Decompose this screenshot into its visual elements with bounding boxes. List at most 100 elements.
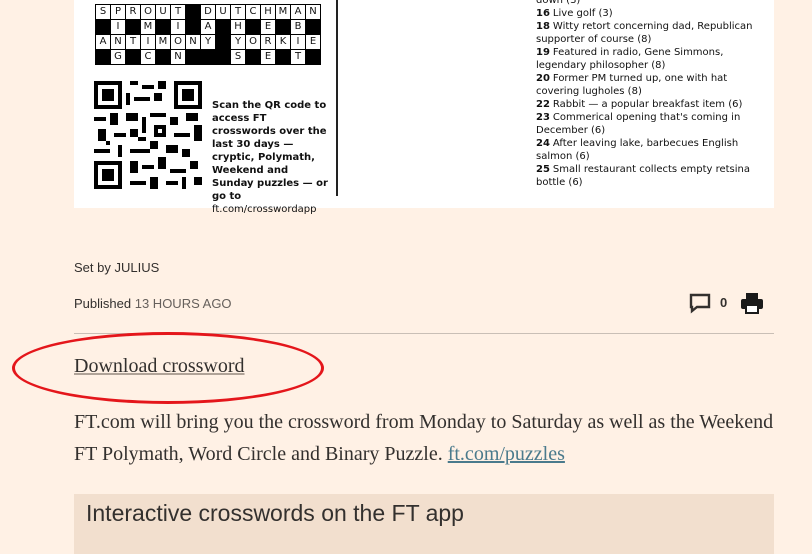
qr-caption-text: Scan the QR code to access FT crosswords… — [212, 100, 328, 202]
grid-cell: A — [96, 35, 111, 50]
grid-cell: T — [171, 5, 186, 20]
clue-item: 22 Rabbit — a popular breakfast item (6) — [536, 98, 768, 111]
highlight-circle — [12, 332, 324, 404]
clue-text: Former PM turned up, one with hat coveri… — [536, 73, 728, 97]
grid-cell — [306, 50, 321, 65]
clue-text: Rabbit — a popular breakfast item (6) — [552, 99, 743, 110]
column-divider — [336, 0, 338, 196]
grid-cell: A — [291, 5, 306, 20]
grid-cell — [126, 50, 141, 65]
grid-cell: I — [111, 20, 126, 35]
grid-cell: M — [141, 20, 156, 35]
clue-list: down (3) 16 Live golf (3) 18 Witty retort co… — [536, 0, 768, 189]
grid-cell: M — [156, 35, 171, 50]
grid-cell: N — [186, 35, 201, 50]
grid-cell: O — [246, 35, 261, 50]
qr-caption-link: ft.com/crosswordapp — [212, 204, 317, 215]
clue-number: 16 — [536, 8, 550, 19]
grid-cell: A — [201, 20, 216, 35]
comment-count[interactable]: 0 — [720, 295, 727, 310]
clue-text: Witty retort concerning dad, Republican … — [536, 21, 753, 45]
info-paragraph: FT.com will bring you the crossword from… — [74, 406, 774, 470]
grid-cell: R — [261, 35, 276, 50]
grid-cell — [126, 20, 141, 35]
grid-cell — [216, 50, 231, 65]
grid-cell — [96, 50, 111, 65]
grid-cell: R — [126, 5, 141, 20]
grid-cell: E — [261, 50, 276, 65]
clue-text: Commerical opening that's coming in Dece… — [536, 112, 741, 136]
clue-number: 19 — [536, 47, 550, 58]
grid-cell — [96, 20, 111, 35]
clue-number: 24 — [536, 138, 550, 149]
crossword-grid: SPROUTDUTCHMANIMIAHEBANTIMONYYORKIEGCNSE… — [95, 4, 321, 65]
clue-item: down (3) — [536, 0, 768, 7]
qr-code-icon — [94, 81, 202, 189]
grid-cell: I — [171, 20, 186, 35]
grid-cell: I — [141, 35, 156, 50]
grid-cell: H — [261, 5, 276, 20]
clue-text: Small restaurant collects empty retsina … — [536, 164, 751, 188]
clue-number: 18 — [536, 21, 550, 32]
grid-cell — [246, 50, 261, 65]
grid-cell: Y — [201, 35, 216, 50]
grid-cell: I — [291, 35, 306, 50]
print-icon[interactable] — [740, 291, 764, 315]
grid-cell: T — [231, 5, 246, 20]
clue-number: 23 — [536, 112, 550, 123]
grid-cell: S — [96, 5, 111, 20]
clue-item: 16 Live golf (3) — [536, 7, 768, 20]
grid-cell: D — [201, 5, 216, 20]
published-line: Published 13 hours ago — [74, 296, 232, 311]
clue-text: Live golf (3) — [552, 8, 613, 19]
clue-item: 19 Featured in radio, Gene Simmons, legen… — [536, 46, 768, 72]
grid-cell: O — [171, 35, 186, 50]
published-time: 13 hours ago — [134, 296, 232, 311]
grid-cell: T — [291, 50, 306, 65]
grid-cell — [156, 50, 171, 65]
grid-cell — [216, 20, 231, 35]
app-promo-box: Interactive crosswords on the FT app — [74, 494, 774, 554]
grid-cell — [246, 20, 261, 35]
grid-cell — [276, 20, 291, 35]
clue-text: After leaving lake, barbecues English sa… — [536, 138, 739, 162]
grid-cell — [201, 50, 216, 65]
grid-cell: U — [156, 5, 171, 20]
grid-cell: C — [141, 50, 156, 65]
comment-icon[interactable] — [688, 292, 712, 314]
grid-cell: U — [216, 5, 231, 20]
clue-item: 23 Commerical opening that's coming in De… — [536, 111, 768, 137]
grid-cell: T — [126, 35, 141, 50]
published-label: Published — [74, 296, 132, 311]
grid-cell: E — [306, 35, 321, 50]
puzzles-link[interactable]: ft.com/puzzles — [448, 443, 565, 465]
clue-number: 25 — [536, 164, 550, 175]
info-text: FT.com will bring you the crossword from… — [74, 411, 774, 465]
grid-cell: E — [261, 20, 276, 35]
crossword-image: SPROUTDUTCHMANIMIAHEBANTIMONYYORKIEGCNSE… — [74, 0, 774, 215]
grid-cell — [186, 20, 201, 35]
grid-cell: S — [231, 50, 246, 65]
clue-item: 20 Former PM turned up, one with hat cove… — [536, 72, 768, 98]
clue-number: 20 — [536, 73, 550, 84]
clue-item: 25 Small restaurant collects empty retsin… — [536, 163, 768, 189]
grid-cell — [216, 35, 231, 50]
grid-cell: N — [306, 5, 321, 20]
clue-text: Featured in radio, Gene Simmons, legenda… — [536, 47, 724, 71]
grid-cell: K — [276, 35, 291, 50]
promo-heading: Interactive crosswords on the FT app — [86, 500, 464, 526]
grid-cell: N — [171, 50, 186, 65]
grid-cell: N — [111, 35, 126, 50]
grid-cell — [276, 50, 291, 65]
qr-caption: Scan the QR code to access FT crosswords… — [212, 99, 330, 216]
clue-number: 22 — [536, 99, 550, 110]
grid-cell: C — [246, 5, 261, 20]
grid-cell — [186, 50, 201, 65]
grid-cell: M — [276, 5, 291, 20]
setter: Set by JULIUS — [74, 260, 160, 275]
grid-cell: O — [141, 5, 156, 20]
grid-cell: Y — [231, 35, 246, 50]
grid-cell: P — [111, 5, 126, 20]
grid-cell: H — [231, 20, 246, 35]
clue-item: 18 Witty retort concerning dad, Republica… — [536, 20, 768, 46]
